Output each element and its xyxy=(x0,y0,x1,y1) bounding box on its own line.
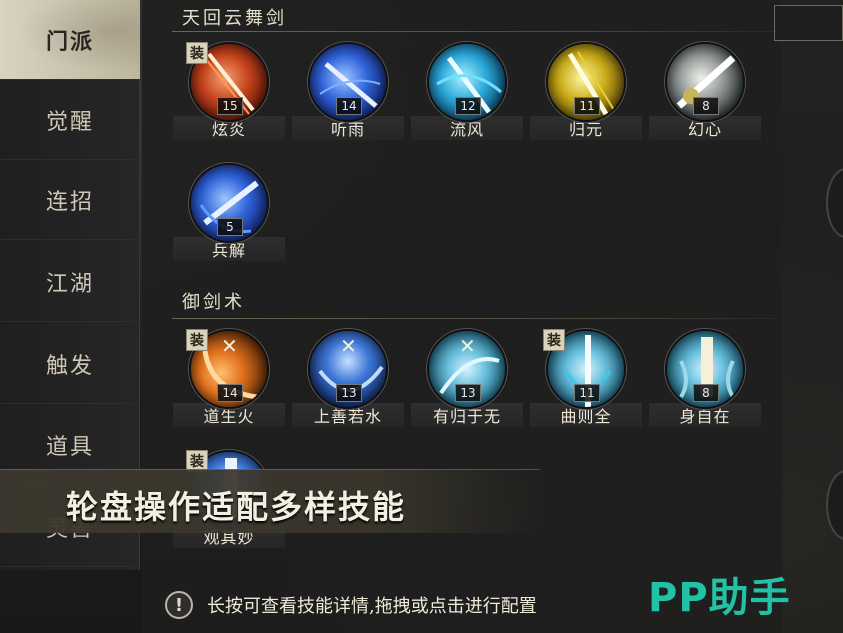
skill-slot[interactable]: 流风 12 xyxy=(408,40,526,140)
skill-level: 5 xyxy=(217,218,243,236)
skill-level: 8 xyxy=(693,97,719,115)
hint-bar: ! 长按可查看技能详情,拖拽或点击进行配置 xyxy=(165,585,635,625)
skill-slot[interactable]: 兵解 5 xyxy=(170,161,288,261)
sidebar-item-label: 触发 xyxy=(45,353,94,379)
skill-level: 13 xyxy=(336,384,362,402)
skill-level: 12 xyxy=(455,97,481,115)
skill-level: 14 xyxy=(217,384,243,402)
equipped-badge: 装 xyxy=(543,329,565,351)
skill-slot[interactable]: 道生火 ✕ 装 14 xyxy=(170,327,288,427)
skill-slot[interactable]: 身自在 8 xyxy=(646,327,764,427)
skill-slot[interactable]: 炫炎 装 15 xyxy=(170,40,288,140)
section-title: 天回云舞剑 xyxy=(182,8,287,29)
sidebar-item-label: 觉醒 xyxy=(45,109,94,135)
skill-slot[interactable]: 听雨 14 xyxy=(289,40,407,140)
skill-slot[interactable]: 曲则全 装 11 xyxy=(527,327,645,427)
svg-text:✕: ✕ xyxy=(221,334,238,358)
banner-text: 轮盘操作适配多样技能 xyxy=(66,488,407,526)
section-divider xyxy=(172,318,777,319)
sidebar-item-combo[interactable]: 连招 xyxy=(0,160,140,240)
promo-banner: 轮盘操作适配多样技能 xyxy=(0,469,540,533)
skill-slot[interactable]: 上善若水 ✕ 13 xyxy=(289,327,407,427)
skill-level: 15 xyxy=(217,97,243,115)
svg-text:✕: ✕ xyxy=(459,334,476,358)
skill-level: 8 xyxy=(693,384,719,402)
skill-slot[interactable]: 有归于无 ✕ 13 xyxy=(408,327,526,427)
equipped-badge: 装 xyxy=(186,329,208,351)
top-right-button[interactable] xyxy=(774,5,843,41)
skill-level: 13 xyxy=(455,384,481,402)
skill-level: 11 xyxy=(574,384,600,402)
equipped-badge: 装 xyxy=(186,42,208,64)
skill-slot[interactable]: 归元 11 xyxy=(527,40,645,140)
hint-text: 长按可查看技能详情,拖拽或点击进行配置 xyxy=(207,596,537,617)
section-divider xyxy=(172,31,777,32)
skill-panel: 天回云舞剑 炫炎 装 15 听雨 14 流风 12 归元 11 幻心 8 兵解 … xyxy=(142,0,782,633)
sidebar-item-jianghu[interactable]: 江湖 xyxy=(0,242,140,322)
section-title: 御剑术 xyxy=(182,292,245,313)
sidebar-item-label: 道具 xyxy=(45,434,94,460)
sidebar-item-awaken[interactable]: 觉醒 xyxy=(0,80,140,160)
skill-slot[interactable]: 幻心 8 xyxy=(646,40,764,140)
sidebar-item-label: 江湖 xyxy=(45,271,94,297)
svg-text:✕: ✕ xyxy=(340,334,357,358)
sidebar-item-label: 门派 xyxy=(45,28,94,55)
sidebar-item-sect[interactable]: 门派 xyxy=(0,0,140,80)
watermark-logo: PP助手 xyxy=(648,575,791,621)
sidebar-item-label: 连招 xyxy=(45,189,94,215)
warning-icon: ! xyxy=(165,591,193,619)
sidebar-item-trigger[interactable]: 触发 xyxy=(0,324,140,404)
skill-level: 14 xyxy=(336,97,362,115)
skill-level: 11 xyxy=(574,97,600,115)
